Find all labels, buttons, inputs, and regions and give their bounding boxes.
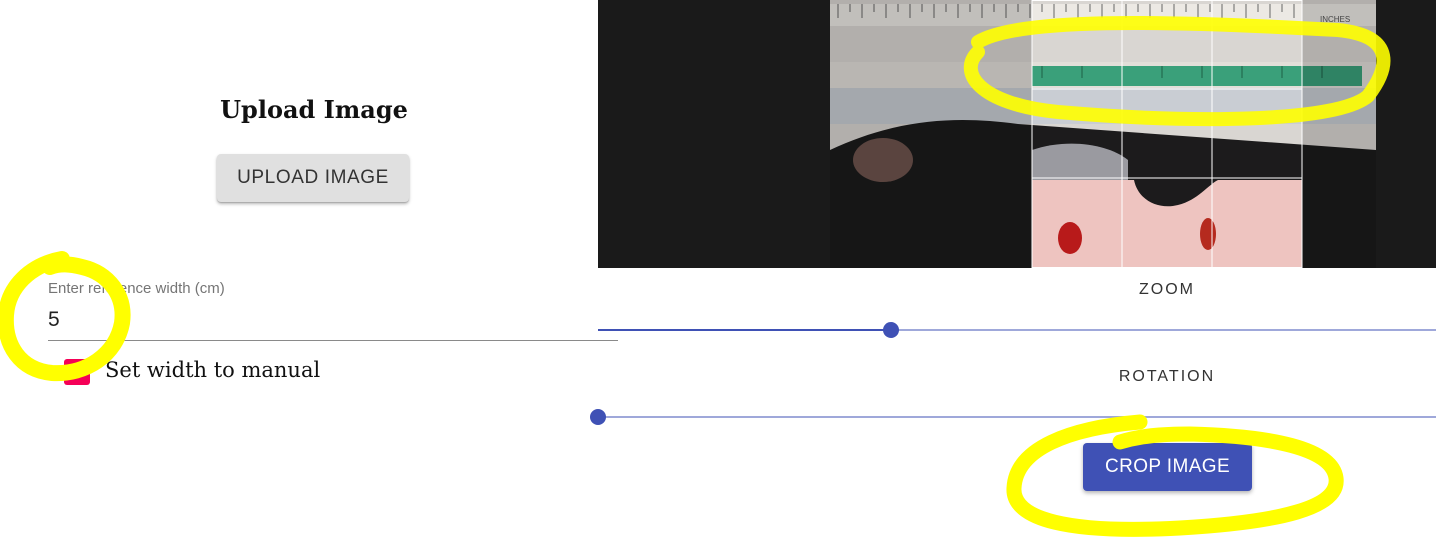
reference-width-label: Enter reference width (cm) — [48, 280, 225, 297]
zoom-slider-fill — [598, 329, 892, 331]
reference-width-underline — [48, 340, 618, 341]
wound-left — [1058, 222, 1082, 254]
upload-image-button[interactable]: UPLOAD IMAGE — [217, 154, 409, 202]
crop-canvas: INCHES — [830, 0, 1391, 268]
rotation-label: ROTATION — [1118, 368, 1216, 385]
rotation-slider-track[interactable] — [598, 416, 1436, 418]
crop-image-button[interactable]: CROP IMAGE — [1083, 443, 1252, 491]
zoom-label: ZOOM — [1139, 281, 1195, 298]
zoom-slider-thumb[interactable] — [883, 322, 900, 338]
check-icon — [68, 364, 86, 379]
crop-preview[interactable]: INCHES — [598, 0, 1436, 268]
wound-right — [1200, 218, 1216, 250]
rotation-slider-thumb[interactable] — [590, 409, 606, 425]
manual-width-checkbox[interactable] — [64, 359, 90, 385]
manual-width-label: Set width to manual — [105, 358, 321, 382]
reference-width-field: Enter reference width (cm) — [48, 278, 618, 342]
upload-heading: Upload Image — [220, 95, 408, 124]
upload-panel: Upload Image UPLOAD IMAGE Enter referenc… — [0, 0, 618, 549]
reference-width-input[interactable] — [48, 306, 618, 334]
